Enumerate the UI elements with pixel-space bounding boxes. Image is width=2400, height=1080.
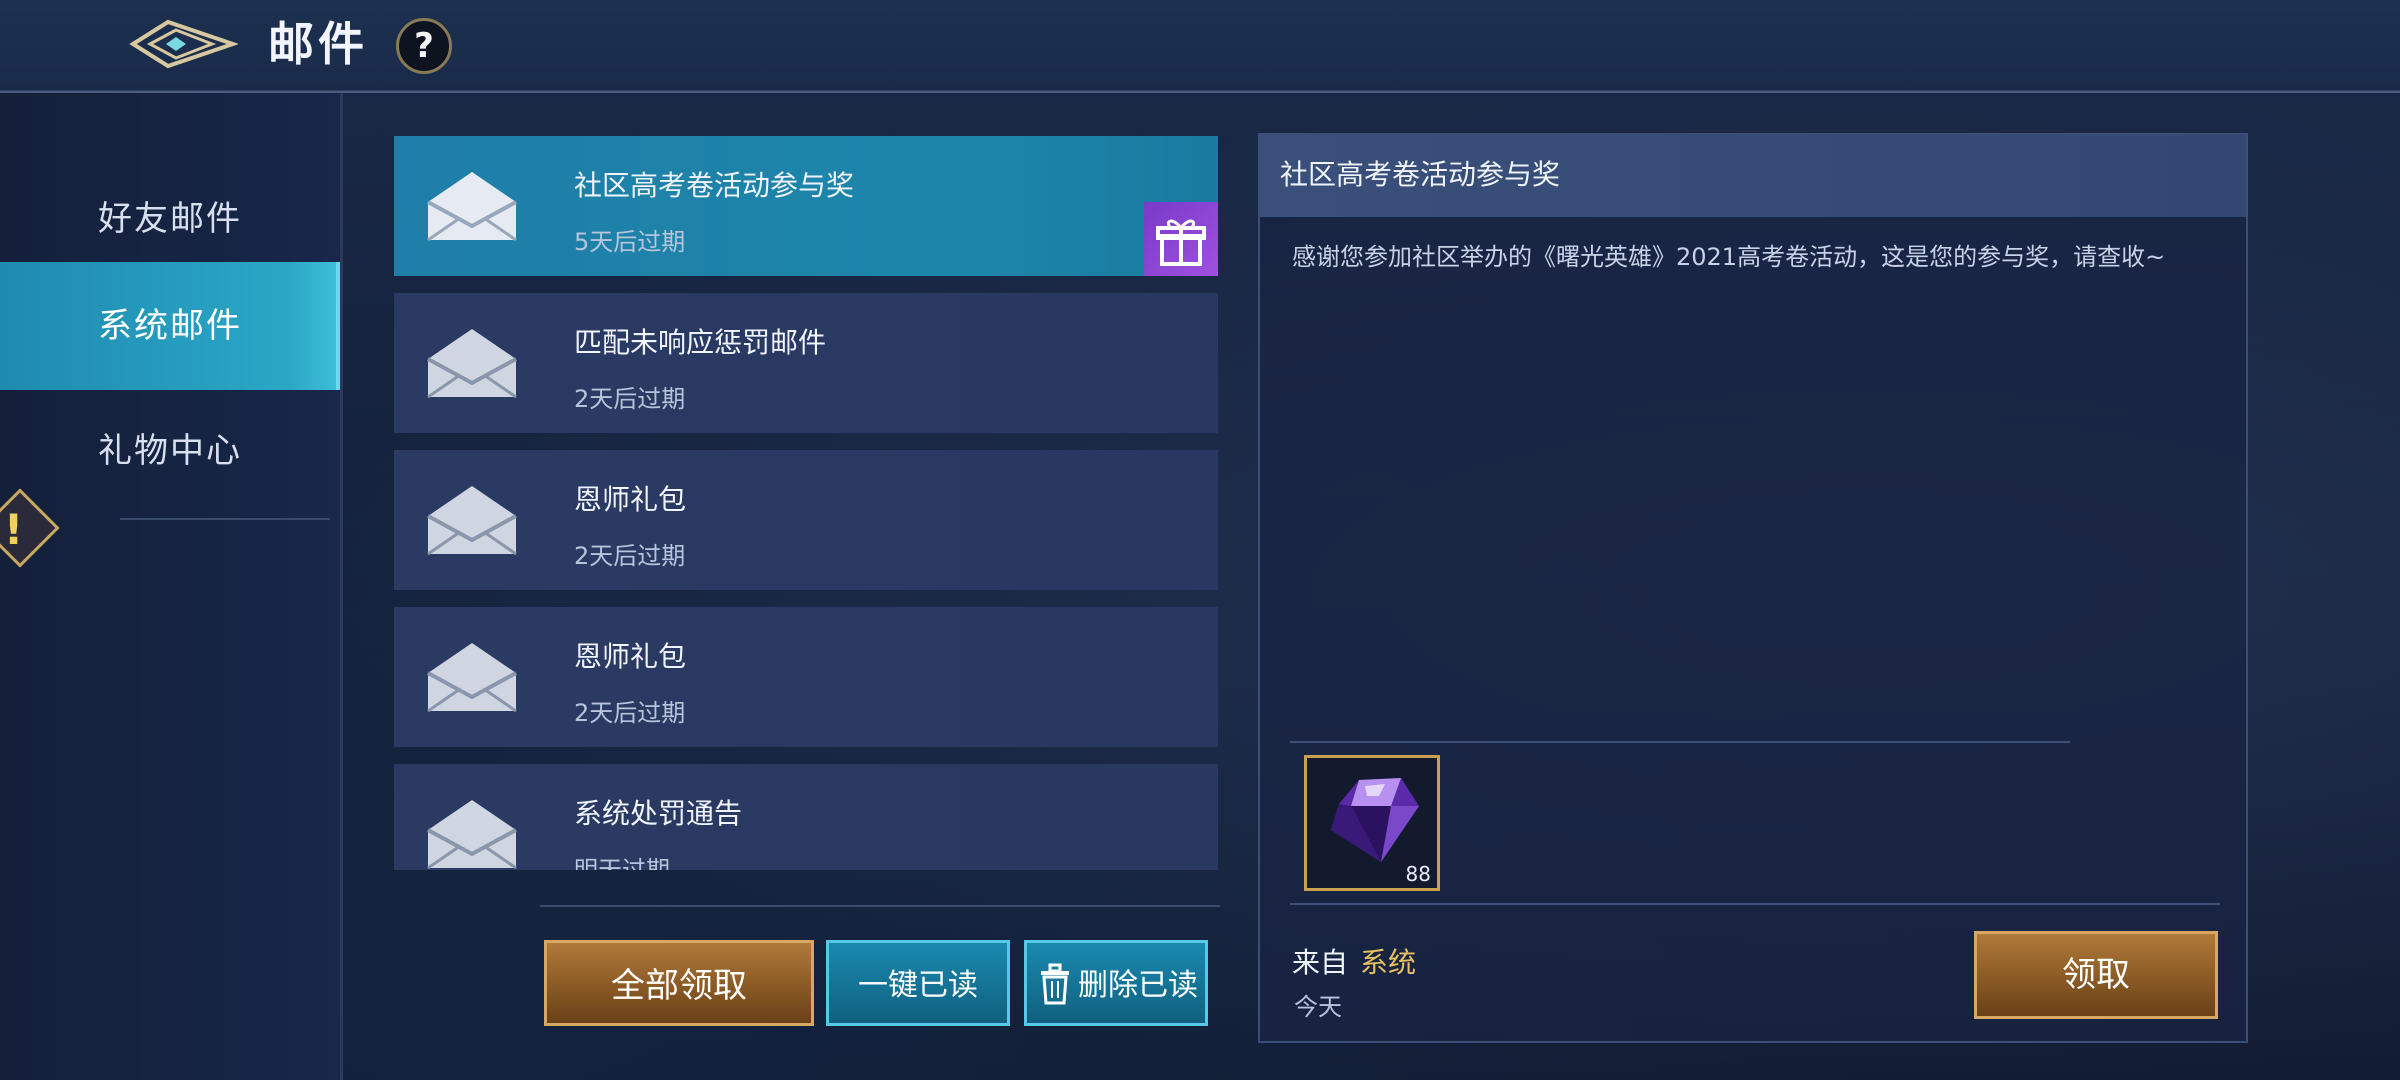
mail-expiry: 5天后过期 — [574, 228, 686, 256]
claim-button[interactable]: 领取 — [1974, 931, 2218, 1019]
envelope-icon — [427, 329, 517, 399]
page-title: 邮件 — [268, 17, 368, 71]
mail-date: 今天 — [1294, 993, 1342, 1021]
list-divider — [540, 905, 1220, 907]
mail-item[interactable]: 社区高考卷活动参与奖 5天后过期 — [394, 136, 1218, 276]
mail-list[interactable]: 社区高考卷活动参与奖 5天后过期 匹配未响应惩罚邮件 2天后过期 恩师礼包 2天… — [394, 136, 1218, 870]
mail-expiry: 明天过期 — [574, 856, 670, 870]
mail-item[interactable]: 恩师礼包 2天后过期 — [394, 607, 1218, 747]
back-logo-icon[interactable] — [128, 14, 238, 74]
sidebar: 好友邮件 系统邮件 礼物中心 — [0, 93, 343, 1080]
top-bar: 邮件 ? — [0, 0, 2400, 93]
mail-title: 匹配未响应惩罚邮件 — [574, 326, 827, 359]
sender-value: 系统 — [1360, 946, 1417, 979]
delete-read-button[interactable]: 删除已读 — [1024, 940, 1208, 1026]
envelope-icon — [427, 486, 517, 556]
mail-expiry: 2天后过期 — [574, 699, 686, 727]
trash-icon — [1041, 963, 1069, 1005]
detail-title: 社区高考卷活动参与奖 — [1280, 158, 1561, 191]
mail-title: 恩师礼包 — [574, 640, 687, 673]
mail-detail-panel: 社区高考卷活动参与奖 感谢您参加社区举办的《曙光英雄》2021高考卷活动，这是您… — [1258, 133, 2248, 1043]
gift-icon — [1144, 202, 1218, 276]
attachment-quantity: 88 — [1405, 862, 1431, 886]
envelope-icon — [427, 800, 517, 870]
detail-header: 社区高考卷活动参与奖 — [1260, 135, 2246, 217]
mail-item[interactable]: 恩师礼包 2天后过期 — [394, 450, 1218, 590]
sidebar-item-system-mail[interactable]: 系统邮件 — [0, 262, 340, 390]
help-button[interactable]: ? — [396, 18, 452, 74]
delete-read-label: 删除已读 — [1078, 968, 1198, 1003]
mail-expiry: 2天后过期 — [574, 385, 686, 413]
mail-item[interactable]: 匹配未响应惩罚邮件 2天后过期 — [394, 293, 1218, 433]
envelope-icon — [427, 172, 517, 242]
purple-gem-icon — [1331, 778, 1419, 862]
sidebar-item-gift-center[interactable]: 礼物中心 — [0, 387, 340, 515]
mark-all-read-button[interactable]: 一键已读 — [826, 940, 1010, 1026]
claim-all-button[interactable]: 全部领取 — [544, 940, 814, 1026]
mail-title: 系统处罚通告 — [574, 797, 743, 830]
mail-expiry: 2天后过期 — [574, 542, 686, 570]
sidebar-divider — [120, 518, 330, 520]
mail-title: 恩师礼包 — [574, 483, 687, 516]
sender-label: 来自 — [1292, 946, 1349, 979]
mail-title: 社区高考卷活动参与奖 — [574, 169, 855, 202]
mail-item[interactable]: 系统处罚通告 明天过期 — [394, 764, 1218, 870]
warning-icon: ! — [4, 505, 24, 554]
attachment-slot[interactable]: 88 — [1304, 755, 1440, 891]
detail-divider — [1290, 741, 2070, 743]
envelope-icon — [427, 643, 517, 713]
header-divider — [0, 91, 2400, 93]
detail-footer-divider — [1290, 903, 2220, 905]
detail-body: 感谢您参加社区举办的《曙光英雄》2021高考卷活动，这是您的参与奖，请查收~ — [1292, 243, 2166, 271]
